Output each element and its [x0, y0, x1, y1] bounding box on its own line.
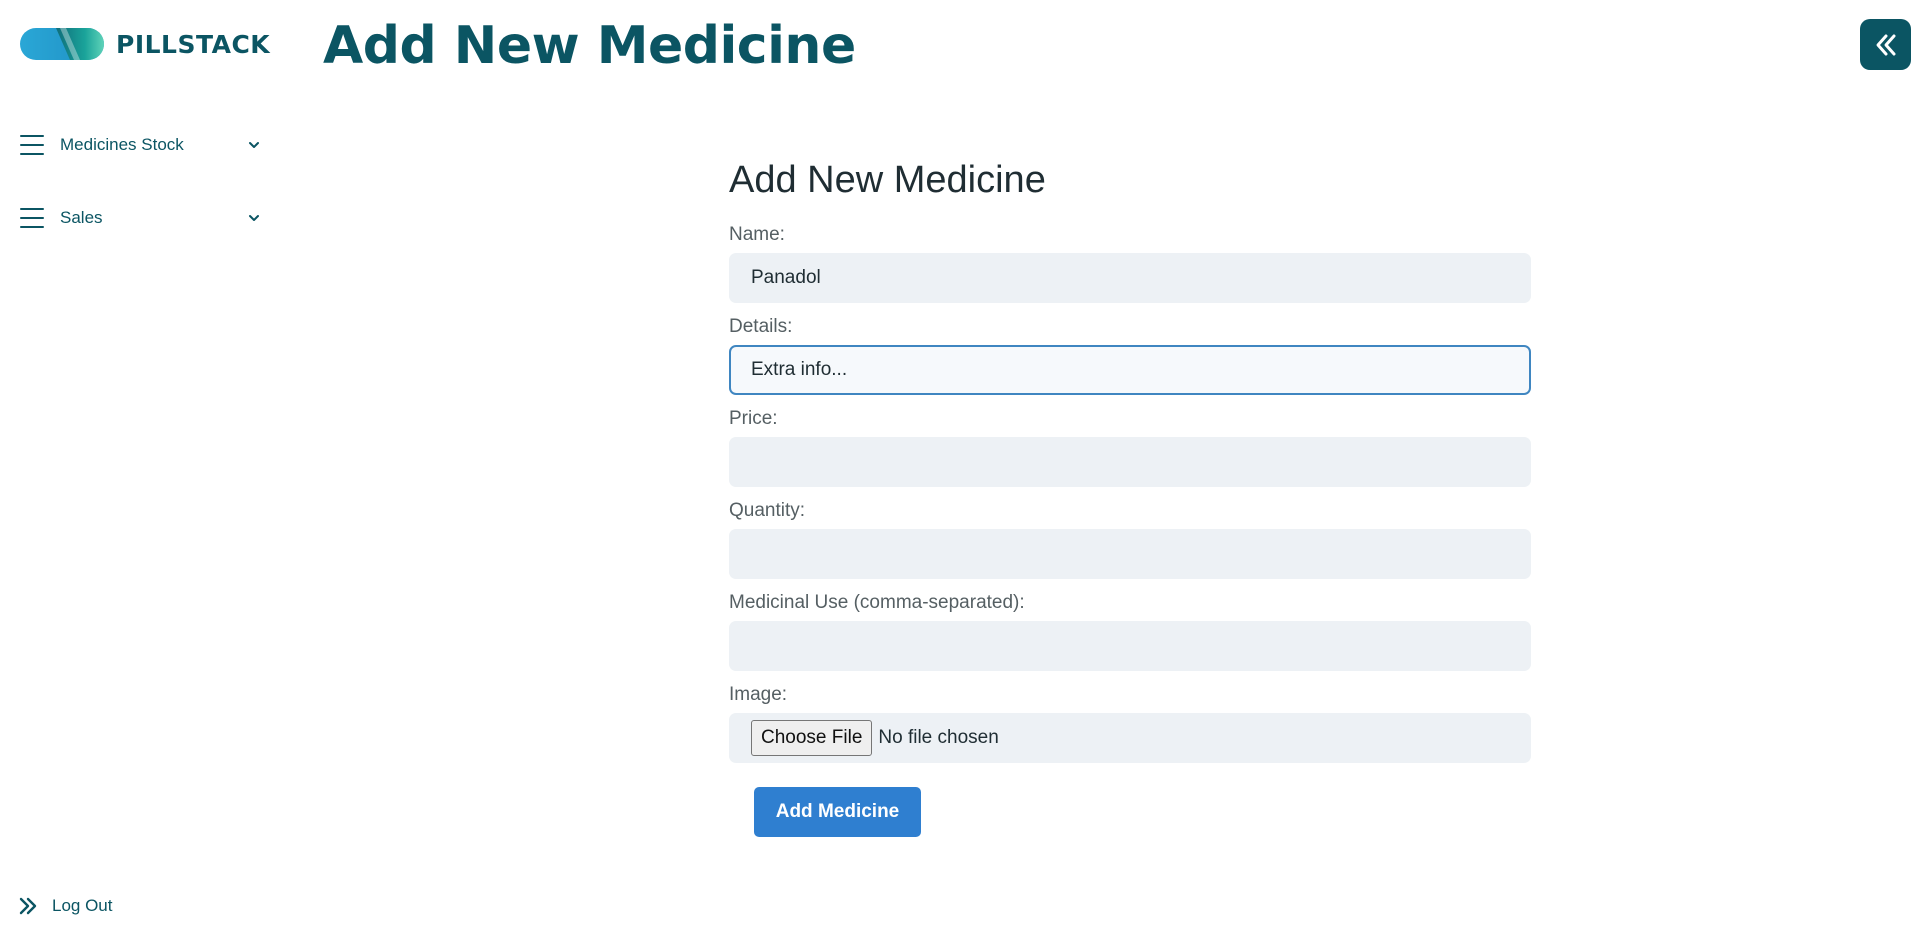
double-chevron-right-icon — [19, 897, 37, 915]
chevron-down-icon — [249, 215, 259, 221]
medicinal-use-label: Medicinal Use (comma-separated): — [729, 592, 1025, 613]
collapse-sidebar-button[interactable] — [1860, 19, 1911, 70]
sidebar-item-label: Medicines Stock — [60, 135, 184, 154]
add-medicine-button[interactable]: Add Medicine — [754, 787, 921, 837]
brand[interactable]: PILLSTACK — [20, 28, 270, 60]
choose-file-button[interactable]: Choose File — [751, 720, 873, 756]
pillstack-logo-icon — [20, 28, 104, 60]
form-title: Add New Medicine — [729, 159, 1046, 201]
brand-name: PILLSTACK — [116, 29, 271, 59]
name-label: Name: — [729, 224, 785, 245]
logout-link[interactable]: Log Out — [18, 896, 113, 916]
double-chevron-left-icon — [1876, 34, 1895, 55]
quantity-input[interactable] — [729, 529, 1531, 579]
menu-icon — [20, 135, 44, 155]
sidebar-item-label: Sales — [60, 208, 103, 227]
chevron-down-icon — [249, 142, 259, 148]
image-file-input: Choose File No file chosen — [729, 713, 1531, 763]
medicinal-use-input[interactable] — [729, 621, 1531, 671]
menu-icon — [20, 208, 44, 228]
page-title: Add New Medicine — [323, 16, 856, 76]
details-label: Details: — [729, 316, 793, 337]
price-input[interactable] — [729, 437, 1531, 487]
sidebar-item-medicines-stock[interactable]: Medicines Stock — [20, 130, 270, 160]
sidebar: PILLSTACK Medicines Stock Sales Log Out — [0, 0, 290, 946]
quantity-label: Quantity: — [729, 500, 806, 521]
details-input[interactable] — [729, 345, 1531, 395]
name-input[interactable] — [729, 253, 1531, 303]
file-status: No file chosen — [878, 727, 999, 748]
logout-label: Log Out — [52, 896, 113, 915]
image-label: Image: — [729, 684, 788, 705]
price-label: Price: — [729, 408, 778, 429]
sidebar-item-sales[interactable]: Sales — [20, 203, 270, 233]
add-medicine-form: Add New Medicine Name: Details: Price: Q… — [729, 155, 1531, 837]
